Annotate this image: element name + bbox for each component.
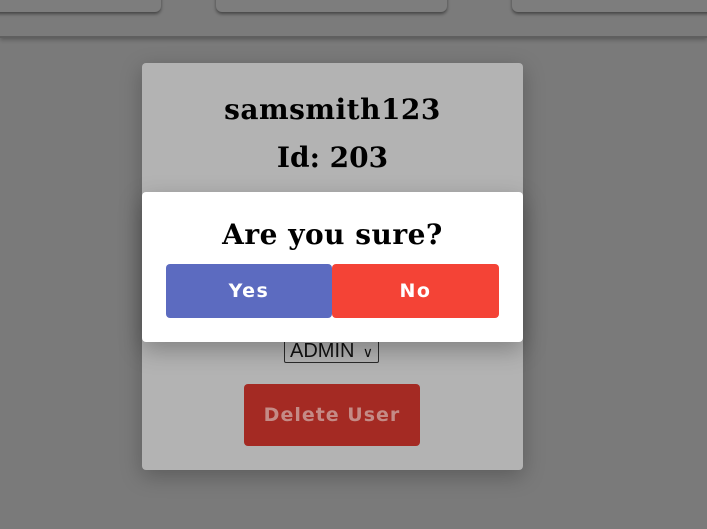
top-card-left[interactable] [0, 0, 161, 12]
delete-user-button[interactable]: Delete User [244, 384, 420, 446]
user-id-heading: Id: 203 [276, 141, 389, 174]
confirm-dialog: Are you sure? Yes No [142, 192, 523, 342]
username-heading: samsmith123 [224, 93, 441, 126]
role-select[interactable]: ADMIN ∨ [284, 339, 379, 363]
no-button[interactable]: No [332, 264, 499, 318]
dialog-title: Are you sure? [222, 218, 443, 251]
yes-button[interactable]: Yes [166, 264, 332, 318]
top-card-right[interactable] [512, 0, 707, 12]
chevron-down-icon: ∨ [362, 344, 373, 360]
top-card-middle[interactable] [216, 0, 447, 12]
role-select-value: ADMIN [290, 340, 355, 362]
